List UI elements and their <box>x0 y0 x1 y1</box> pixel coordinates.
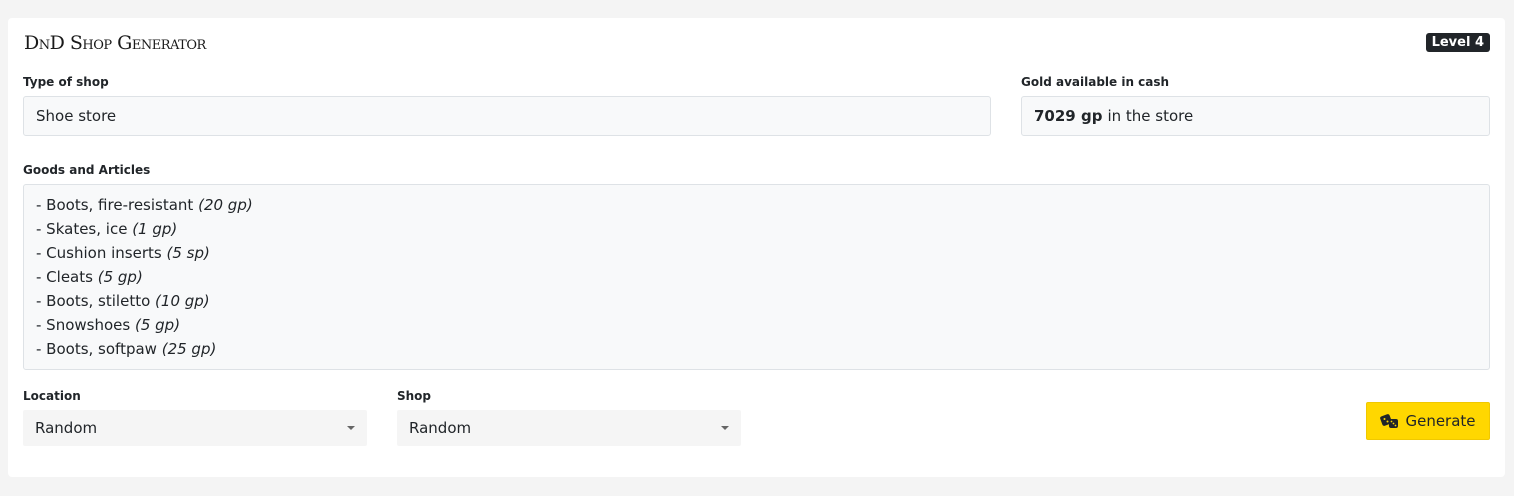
app-title: DnD Shop Generator <box>24 32 206 54</box>
shop-type-label: Type of shop <box>23 75 109 89</box>
list-item: - Snowshoes (5 gp) <box>36 313 1477 337</box>
list-item: - Cushion inserts (5 sp) <box>36 241 1477 265</box>
goods-item-name: - Cleats <box>36 268 93 286</box>
location-label: Location <box>23 389 81 403</box>
goods-item-price: (1 gp) <box>132 220 178 238</box>
goods-list: - Boots, fire-resistant (20 gp) - Skates,… <box>36 193 1477 361</box>
goods-item-name: - Boots, softpaw <box>36 340 157 358</box>
goods-item-price: (5 gp) <box>97 268 143 286</box>
goods-item-price: (20 gp) <box>198 196 253 214</box>
chevron-down-icon <box>721 426 729 430</box>
shop-generator-card: DnD Shop Generator Level 4 Type of shop … <box>8 18 1505 477</box>
gold-suffix: in the store <box>1107 107 1194 125</box>
shop-type-value: Shoe store <box>36 107 117 125</box>
goods-item-name: - Skates, ice <box>36 220 128 238</box>
gold-label: Gold available in cash <box>1021 75 1170 89</box>
goods-list-box: - Boots, fire-resistant (20 gp) - Skates,… <box>23 184 1490 370</box>
list-item: - Boots, stiletto (10 gp) <box>36 289 1477 313</box>
shop-select[interactable]: Random <box>397 410 741 446</box>
goods-label: Goods and Articles <box>23 163 151 177</box>
goods-item-price: (10 gp) <box>155 292 210 310</box>
goods-item-name: - Cushion inserts <box>36 244 162 262</box>
goods-item-price: (25 gp) <box>161 340 217 358</box>
generate-button-label: Generate <box>1405 412 1476 430</box>
shop-selected-value: Random <box>409 419 472 437</box>
goods-item-name: - Boots, fire-resistant <box>36 196 194 214</box>
generate-button[interactable]: Generate <box>1366 402 1490 440</box>
gold-field: 7029 gp in the store <box>1021 96 1490 136</box>
list-item: - Boots, fire-resistant (20 gp) <box>36 193 1477 217</box>
goods-item-name: - Boots, stiletto <box>36 292 151 310</box>
list-item: - Cleats (5 gp) <box>36 265 1477 289</box>
goods-item-name: - Snowshoes <box>36 316 131 334</box>
shop-label: Shop <box>397 389 432 403</box>
level-badge: Level 4 <box>1425 33 1490 52</box>
gold-amount: 7029 gp <box>1034 107 1103 125</box>
location-selected-value: Random <box>35 419 98 437</box>
goods-item-price: (5 sp) <box>166 244 210 262</box>
chevron-down-icon <box>347 426 355 430</box>
shop-type-field: Shoe store <box>23 96 991 136</box>
location-select[interactable]: Random <box>23 410 367 446</box>
goods-item-price: (5 gp) <box>134 316 181 334</box>
list-item: - Skates, ice (1 gp) <box>36 217 1477 241</box>
dice-icon <box>1380 414 1399 428</box>
list-item: - Boots, softpaw (25 gp) <box>36 337 1477 361</box>
